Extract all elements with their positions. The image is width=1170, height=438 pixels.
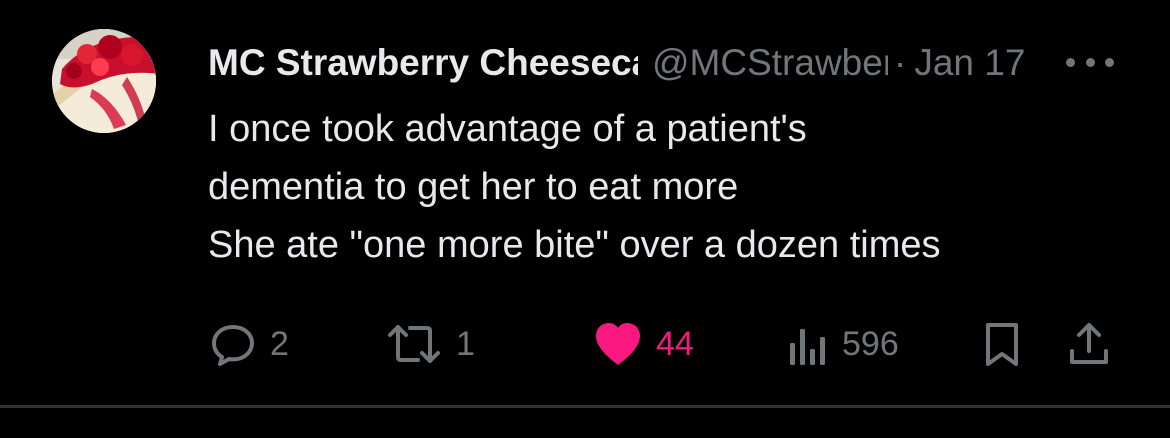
like-count: 44 (656, 324, 694, 363)
reply-button[interactable]: 2 (208, 316, 289, 372)
more-dot (1066, 57, 1075, 67)
repost-icon (388, 325, 440, 363)
author-display-name[interactable]: MC Strawberry Cheesecake (208, 38, 638, 88)
tweet-divider (0, 405, 1170, 408)
heart-icon (596, 323, 640, 365)
repost-button[interactable]: 1 (384, 316, 475, 372)
tweet-date[interactable]: Jan 17 (914, 38, 1025, 88)
views-icon (790, 329, 825, 365)
views-count: 596 (842, 324, 899, 363)
tweet[interactable]: MC Strawberry Cheesecake @MCStrawberryCh… (0, 0, 1170, 408)
reply-icon (212, 325, 254, 366)
share-icon (1070, 323, 1108, 364)
bookmark-button[interactable] (982, 316, 1022, 372)
tweet-text-line: I once took advantage of a patient's (208, 108, 807, 150)
author-handle[interactable]: @MCStrawberryCheesecake (652, 38, 888, 88)
header-separator: · (894, 42, 907, 83)
strawberry-cheesecake-avatar (52, 29, 156, 133)
tweet-text-line: She ate "one more bite" over a dozen tim… (208, 224, 941, 266)
bookmark-icon (986, 323, 1018, 366)
tweet-actions: 2 1 44 596 (0, 316, 1170, 372)
repost-count: 1 (456, 324, 475, 363)
avatar[interactable] (52, 29, 156, 133)
tweet-text-line: dementia to get her to eat more (208, 166, 739, 208)
more-dot (1085, 57, 1095, 67)
tweet-header: MC Strawberry Cheesecake @MCStrawberryCh… (208, 38, 1025, 88)
views-button[interactable]: 596 (786, 316, 899, 372)
tweet-text: I once took advantage of a patient's dem… (208, 100, 1128, 274)
more-dot (1105, 57, 1114, 67)
more-icon[interactable] (1066, 50, 1114, 74)
reply-count: 2 (270, 324, 289, 363)
like-button[interactable]: 44 (592, 316, 694, 372)
share-button[interactable] (1064, 316, 1114, 372)
